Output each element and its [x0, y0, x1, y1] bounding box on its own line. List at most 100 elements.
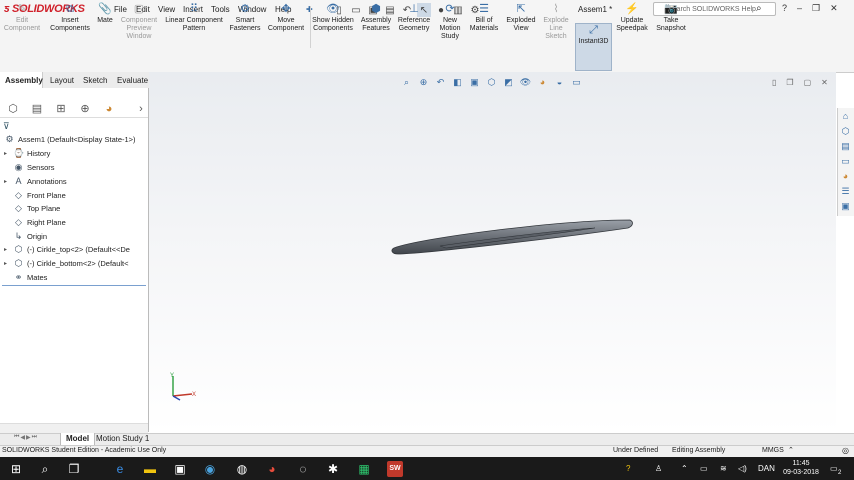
property-manager-icon[interactable]: ▤ — [30, 102, 44, 116]
expand-icon[interactable]: ▸ — [4, 246, 10, 253]
file-explorer-icon[interactable]: ▬ — [142, 461, 158, 477]
exploded-view-button[interactable]: ⇱ Exploded View — [503, 3, 539, 33]
search-icon[interactable]: ⌕ — [756, 3, 762, 14]
filter-icon[interactable]: ⊽ — [3, 121, 10, 132]
tab-assembly[interactable]: Assembly — [5, 76, 43, 85]
app-icon-3[interactable]: ◌ — [295, 461, 311, 477]
chrome-icon[interactable]: ◕ — [264, 461, 280, 477]
take-snapshot-button[interactable]: 📷 Take Snapshot — [653, 3, 689, 33]
first-tab-icon[interactable]: ⏮ — [14, 434, 19, 441]
windows-start-icon[interactable]: ⊞ — [8, 461, 24, 477]
units-selector[interactable]: MMGS — [762, 447, 784, 454]
mate-button[interactable]: 📎 Mate — [94, 3, 116, 25]
forum-icon[interactable]: ▣ — [839, 200, 852, 213]
home-icon[interactable]: ⌂ — [839, 110, 852, 123]
tab-motion-study[interactable]: Motion Study 1 — [96, 434, 149, 444]
tree-annotations[interactable]: ▸ A Annotations — [4, 176, 67, 187]
file-explorer-icon[interactable]: ▭ — [839, 155, 852, 168]
tree-mates[interactable]: ⚭ Mates — [4, 272, 48, 283]
zoom-area-icon[interactable]: ⊕ — [417, 76, 430, 89]
design-library-icon[interactable]: ▤ — [839, 140, 852, 153]
tree-part-cirkle-bottom[interactable]: ▸ ⬡ (-) Cirkle_bottom<2> (Default< — [4, 258, 129, 269]
custom-properties-icon[interactable]: ☰ — [839, 185, 852, 198]
expand-icon[interactable]: ▸ — [4, 260, 10, 267]
display-style-icon[interactable]: ◩ — [502, 76, 515, 89]
component-preview-button[interactable]: ▢ Component Preview Window — [118, 3, 160, 41]
explode-line-sketch-button[interactable]: ⌇ Explode Line Sketch — [540, 3, 572, 41]
view-orientation-icon[interactable]: ⬡ — [485, 76, 498, 89]
configuration-manager-icon[interactable]: ⊞ — [54, 102, 68, 116]
volume-icon[interactable]: ◁) — [738, 464, 747, 473]
insert-components-button[interactable]: ⧉ Insert Components — [48, 3, 92, 33]
display-manager-icon[interactable]: ◕ — [102, 102, 116, 116]
help-bubble-icon[interactable]: ◎ — [842, 446, 849, 455]
wifi-icon[interactable]: ≋ — [720, 464, 727, 473]
edge-browser-icon[interactable]: e — [112, 461, 128, 477]
apply-scene-icon[interactable]: ◒ — [553, 76, 566, 89]
appearances-icon[interactable]: ◕ — [839, 170, 852, 183]
solidworks-taskbar-icon[interactable]: SW — [387, 461, 403, 477]
task-view-icon[interactable]: ❐ — [66, 461, 82, 477]
app-icon-5[interactable]: ▦ — [356, 461, 372, 477]
tile-icon[interactable]: ▯ — [772, 78, 776, 87]
tree-top-plane[interactable]: ◇ Top Plane — [4, 203, 60, 214]
tree-sensors[interactable]: ◉ Sensors — [4, 162, 55, 173]
app-icon-4[interactable]: ✱ — [325, 461, 341, 477]
help-icon[interactable]: ? — [782, 3, 787, 14]
app-icon-2[interactable]: ◍ — [234, 461, 250, 477]
maximize-icon[interactable]: ▢ — [804, 78, 812, 87]
dynamic-annotation-icon[interactable]: ▣ — [468, 76, 481, 89]
tree-right-plane[interactable]: ◇ Right Plane — [4, 217, 66, 228]
next-tab-icon[interactable]: ▶ — [26, 434, 31, 441]
expand-icon[interactable]: ▸ — [4, 178, 10, 185]
chevron-up-icon[interactable]: ⌃ — [681, 464, 688, 473]
close-icon[interactable]: ✕ — [821, 78, 828, 87]
rollback-bar[interactable] — [2, 285, 146, 286]
tree-history[interactable]: ▸ ⌚ History — [4, 148, 50, 159]
prev-tab-icon[interactable]: ◀ — [20, 434, 25, 441]
clock[interactable]: 11:45 09-03-2018 — [778, 459, 824, 477]
search-icon[interactable]: ⌕ — [37, 461, 53, 477]
edit-component-button[interactable]: ✎ Edit Component — [2, 3, 42, 33]
smart-fasteners-button[interactable]: ⚙ Smart Fasteners — [228, 3, 262, 33]
store-icon[interactable]: ▣ — [172, 461, 188, 477]
input-language[interactable]: DAN — [758, 464, 775, 473]
new-motion-study-button[interactable]: ⟳ New Motion Study — [435, 3, 465, 41]
view-settings-icon[interactable]: ▭ — [570, 76, 583, 89]
edit-appearance-icon[interactable]: ◕ — [536, 76, 549, 89]
close-icon[interactable]: ✕ — [830, 3, 838, 14]
restore-icon[interactable]: ❐ — [786, 78, 793, 87]
help-icon[interactable]: ? — [626, 464, 630, 473]
tab-evaluate[interactable]: Evaluate — [117, 76, 148, 85]
last-tab-icon[interactable]: ⏭ — [32, 434, 37, 441]
tree-front-plane[interactable]: ◇ Front Plane — [4, 190, 66, 201]
dimxpert-icon[interactable]: ⊕ — [78, 102, 92, 116]
move-component-button[interactable]: ✥ Move Component — [265, 3, 307, 33]
battery-icon[interactable]: ▭ — [700, 464, 708, 473]
instant3d-button[interactable]: ⤢ Instant3D — [575, 23, 612, 71]
section-view-icon[interactable]: ◧ — [451, 76, 464, 89]
reference-geometry-button[interactable]: ⊥ Reference Geometry — [396, 3, 432, 33]
feature-tree-icon[interactable]: ⬡ — [6, 102, 20, 116]
people-icon[interactable]: ♙ — [655, 464, 662, 473]
show-hidden-components-button[interactable]: 👁 Show Hidden Components — [312, 3, 354, 33]
horizontal-scrollbar[interactable] — [0, 423, 148, 433]
tree-root[interactable]: ⚙ Assem1 (Default<Display State-1>) — [4, 134, 135, 145]
tab-sketch[interactable]: Sketch — [83, 76, 107, 85]
tab-layout[interactable]: Layout — [50, 76, 74, 85]
app-icon[interactable]: ◉ — [202, 461, 218, 477]
assembly-features-button[interactable]: ⬢ Assembly Features — [358, 3, 394, 33]
linear-pattern-button[interactable]: ⠿ Linear Component Pattern — [163, 3, 225, 33]
minimize-icon[interactable]: – — [797, 3, 802, 14]
previous-view-icon[interactable]: ↶ — [434, 76, 447, 89]
zoom-to-fit-icon[interactable]: ⌕ — [400, 76, 413, 89]
update-speedpak-button[interactable]: ⚡ Update Speedpak — [614, 3, 650, 33]
assembly-model[interactable] — [380, 210, 650, 270]
resources-icon[interactable]: ⬡ — [839, 125, 852, 138]
tree-origin[interactable]: ↳ Origin — [4, 231, 47, 242]
restore-icon[interactable]: ❐ — [812, 3, 820, 14]
hide-show-items-icon[interactable]: 👁 — [519, 76, 532, 89]
expand-icon[interactable]: ▸ — [4, 150, 10, 157]
bill-of-materials-button[interactable]: ☰ Bill of Materials — [468, 3, 500, 33]
chevron-up-icon[interactable]: ⌃ — [788, 446, 794, 454]
